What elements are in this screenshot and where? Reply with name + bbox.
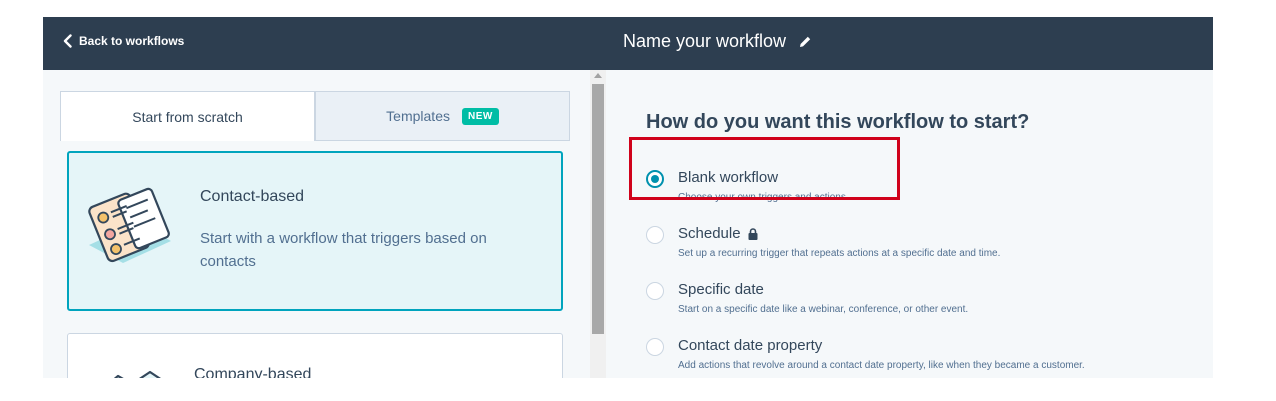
left-panel: Start from scratch Templates NEW Contact…	[43, 70, 590, 378]
card-description: Start with a workflow that triggers base…	[200, 230, 487, 270]
new-badge: NEW	[461, 107, 499, 125]
radio-button-selected[interactable]	[646, 170, 664, 188]
card-title: Contact-based	[200, 188, 305, 205]
option-title-text: Blank workflow	[678, 169, 779, 186]
pencil-icon[interactable]	[798, 35, 812, 49]
option-description: Start on a specific date like a webinar,…	[678, 304, 969, 315]
card-title: Company-based	[194, 366, 312, 378]
tab-start-from-scratch[interactable]: Start from scratch	[60, 91, 315, 141]
option-title-text: Contact date property	[678, 337, 823, 354]
tab-label: Start from scratch	[132, 108, 243, 125]
option-title: Contact date property	[678, 337, 822, 354]
contact-based-card[interactable]: Contact-based Start with a workflow that…	[67, 151, 563, 311]
right-panel: How do you want this workflow to start? …	[606, 70, 1213, 378]
scrollbar-thumb[interactable]	[592, 84, 604, 334]
scroll-up-arrow-icon[interactable]	[594, 73, 602, 78]
workflow-name-text[interactable]: Name your workflow	[623, 31, 786, 52]
company-building-illustration	[113, 370, 161, 378]
contact-card-illustration	[88, 187, 171, 263]
option-title-text: Specific date	[678, 281, 764, 298]
radio-button[interactable]	[646, 338, 664, 356]
tab-templates[interactable]: Templates NEW	[315, 91, 570, 141]
top-navigation-bar: Back to workflows Name your workflow	[43, 17, 1213, 70]
company-based-card[interactable]: Company-based	[67, 333, 563, 378]
option-title: Specific date	[678, 281, 764, 298]
option-description: Choose your own triggers and actions.	[678, 192, 849, 203]
vertical-scrollbar[interactable]	[590, 70, 606, 378]
radio-button[interactable]	[646, 282, 664, 300]
lock-icon	[748, 227, 758, 240]
chevron-left-icon	[63, 34, 72, 48]
radio-button[interactable]	[646, 226, 664, 244]
option-description: Set up a recurring trigger that repeats …	[678, 248, 1001, 259]
tab-label: Templates	[386, 108, 450, 124]
back-to-workflows-link[interactable]: Back to workflows	[63, 34, 184, 48]
start-question-heading: How do you want this workflow to start?	[646, 111, 1030, 133]
tab-bar: Start from scratch Templates NEW	[60, 91, 570, 141]
workflow-name-field[interactable]: Name your workflow	[623, 31, 812, 52]
option-title: Schedule	[678, 225, 758, 242]
option-title-text: Schedule	[678, 225, 741, 242]
workflow-editor: Back to workflows Name your workflow Sta…	[43, 17, 1213, 378]
back-link-label: Back to workflows	[79, 34, 185, 48]
option-description: Add actions that revolve around a contac…	[678, 360, 1085, 371]
option-title: Blank workflow	[678, 169, 778, 186]
